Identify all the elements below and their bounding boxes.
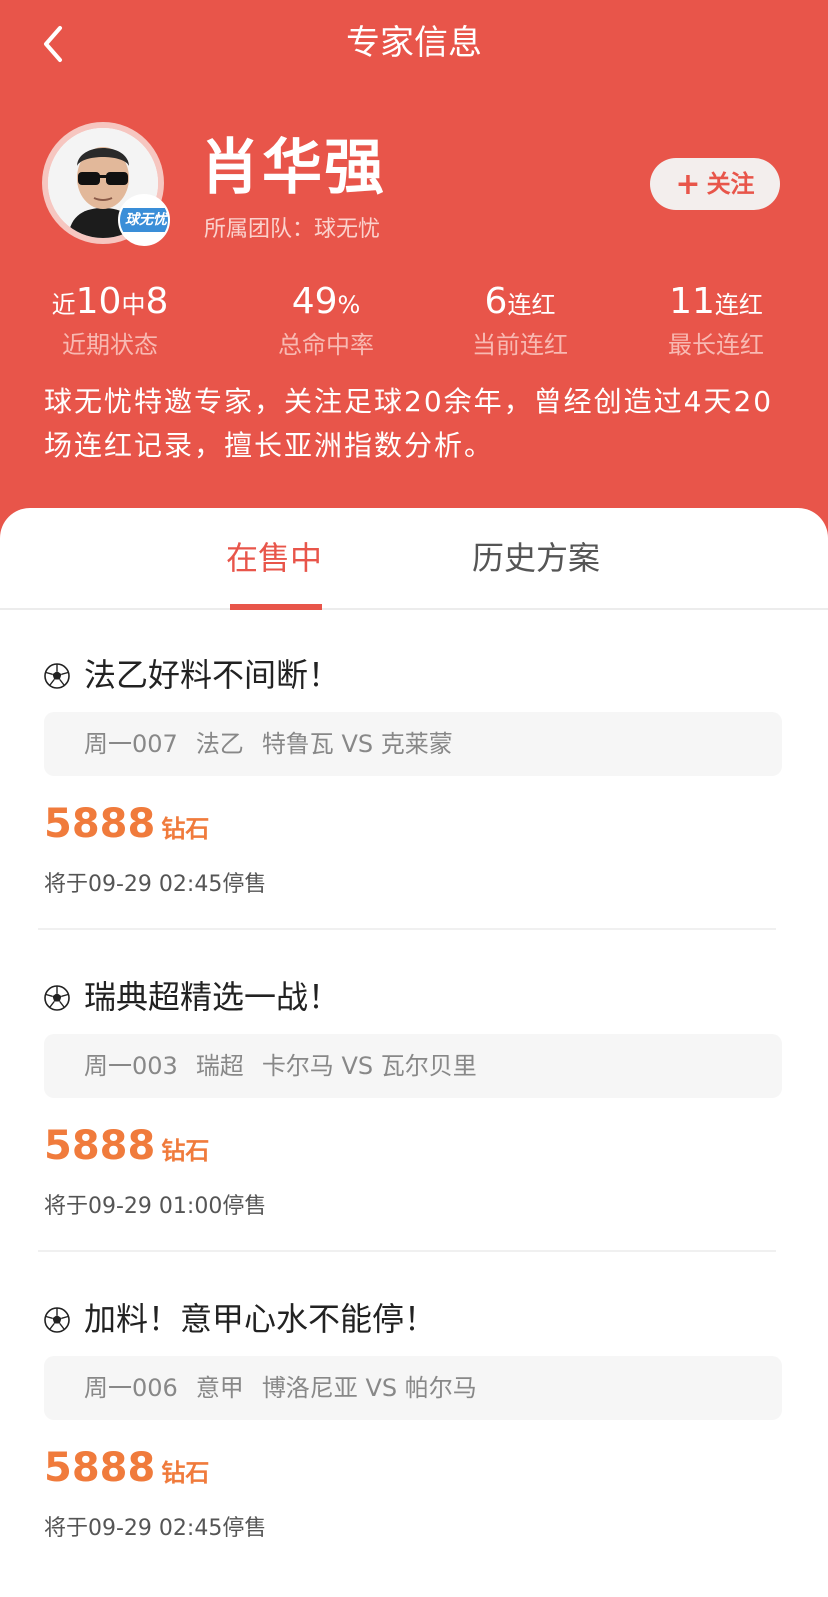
team-label: 所属团队：球无忧 <box>204 217 381 242</box>
tab-history[interactable]: 历史方案 <box>472 536 600 580</box>
soccer-ball-icon <box>44 1307 70 1333</box>
expert-name: 肖华强 <box>200 133 386 203</box>
plan-card[interactable]: 瑞典超精选一战！ 周一003 瑞超 卡尔马 VS 瓦尔贝里 5888 钻石 将于09-… <box>0 932 828 1252</box>
match-teams: 博洛尼亚 VS 帕尔马 <box>261 1374 477 1402</box>
match-league: 意甲 <box>195 1374 244 1402</box>
price-amount: 5888 <box>44 1445 156 1491</box>
match-info: 周一007 法乙 特鲁瓦 VS 克莱蒙 <box>44 712 782 776</box>
match-teams: 卡尔马 VS 瓦尔贝里 <box>261 1052 477 1080</box>
stat-current-streak: 6连红 当前连红 <box>420 280 620 362</box>
plan-card[interactable]: 加料！意甲心水不能停！ 周一006 意甲 博洛尼亚 VS 帕尔马 5888 钻石 将于… <box>0 1254 828 1574</box>
match-code: 周一003 <box>84 1052 178 1080</box>
page-title: 专家信息 <box>346 23 482 63</box>
price-unit: 钻石 <box>161 815 210 843</box>
divider <box>38 928 776 930</box>
plan-title: 加料！意甲心水不能停！ <box>44 1294 436 1344</box>
match-code: 周一007 <box>84 730 178 758</box>
stat-longest-streak-value: 11连红 <box>616 280 816 330</box>
team-badge: 球无忧 <box>118 194 170 246</box>
plan-title-text: 加料！意甲心水不能停！ <box>84 1300 437 1338</box>
price-amount: 5888 <box>44 1123 156 1169</box>
plan-title: 法乙好料不间断！ <box>44 650 340 700</box>
tab-bar: 在售中 历史方案 <box>0 508 828 610</box>
stat-longest-streak: 11连红 最长连红 <box>616 280 816 362</box>
stat-recent-mid: 中 <box>121 291 146 319</box>
match-league: 法乙 <box>195 730 244 758</box>
price-unit: 钻石 <box>161 1137 210 1165</box>
plan-deadline: 将于09-29 02:45停售 <box>44 872 267 897</box>
plan-price: 5888 钻石 <box>44 796 209 852</box>
plan-title: 瑞典超精选一战！ <box>44 972 340 1022</box>
price-unit: 钻石 <box>161 1459 210 1487</box>
stat-recent-value: 近10中8 <box>10 280 210 330</box>
stat-recent-prefix: 近 <box>51 291 76 319</box>
match-teams: 特鲁瓦 VS 克莱蒙 <box>261 730 453 758</box>
expert-intro: 球无忧特邀专家，关注足球20余年，曾经创造过4天20场连红记录，擅长亚洲指数分析… <box>44 385 774 462</box>
stat-current-streak-unit: 连红 <box>507 291 556 319</box>
match-code: 周一006 <box>84 1374 178 1402</box>
stat-recent-label: 近期状态 <box>62 331 158 359</box>
stat-longest-streak-label: 最长连红 <box>668 331 764 359</box>
stat-hit-rate-unit: % <box>337 291 361 319</box>
stat-hit-rate-value: 49% <box>226 280 426 330</box>
soccer-ball-icon <box>44 985 70 1011</box>
plan-title-text: 法乙好料不间断！ <box>84 656 341 694</box>
expert-header: 专家信息 球无忧 肖华强 所属团队：球无忧 + 关注 近10中8 近期状态 49… <box>0 0 828 560</box>
soccer-ball-icon <box>44 663 70 689</box>
stat-recent-count: 10 <box>75 281 122 322</box>
match-info: 周一006 意甲 博洛尼亚 VS 帕尔马 <box>44 1356 782 1420</box>
stat-hit-rate-number: 49 <box>291 281 338 322</box>
plans-panel: 在售中 历史方案 法乙好料不间断！ 周一007 法乙 特鲁瓦 VS 克莱蒙 5888… <box>0 508 828 1597</box>
follow-button[interactable]: + 关注 <box>650 158 780 210</box>
plan-price: 5888 钻石 <box>44 1118 209 1174</box>
stat-hit-rate-label: 总命中率 <box>278 331 374 359</box>
divider <box>38 1250 776 1252</box>
team-badge-label: 球无忧 <box>120 208 168 232</box>
stat-longest-streak-unit: 连红 <box>714 291 763 319</box>
price-amount: 5888 <box>44 801 156 847</box>
stat-recent: 近10中8 近期状态 <box>10 280 210 362</box>
plan-card[interactable]: 法乙好料不间断！ 周一007 法乙 特鲁瓦 VS 克莱蒙 5888 钻石 将于09-2… <box>0 610 828 930</box>
plan-deadline: 将于09-29 01:00停售 <box>44 1194 267 1219</box>
stat-current-streak-label: 当前连红 <box>472 331 568 359</box>
stat-recent-hits: 8 <box>145 281 169 322</box>
stat-hit-rate: 49% 总命中率 <box>226 280 426 362</box>
stats-row: 近10中8 近期状态 49% 总命中率 6连红 当前连红 11连红 最长连红 <box>0 280 828 360</box>
plan-deadline: 将于09-29 02:45停售 <box>44 1516 267 1541</box>
match-info: 周一003 瑞超 卡尔马 VS 瓦尔贝里 <box>44 1034 782 1098</box>
plan-price: 5888 钻石 <box>44 1440 209 1496</box>
follow-label: 关注 <box>706 170 755 198</box>
match-league: 瑞超 <box>195 1052 244 1080</box>
tab-on-sale[interactable]: 在售中 <box>226 536 322 580</box>
plus-icon: + <box>675 167 701 202</box>
stat-current-streak-value: 6连红 <box>420 280 620 330</box>
stat-longest-streak-number: 11 <box>669 281 715 322</box>
stat-current-streak-number: 6 <box>484 281 508 322</box>
plan-title-text: 瑞典超精选一战！ <box>84 978 341 1016</box>
